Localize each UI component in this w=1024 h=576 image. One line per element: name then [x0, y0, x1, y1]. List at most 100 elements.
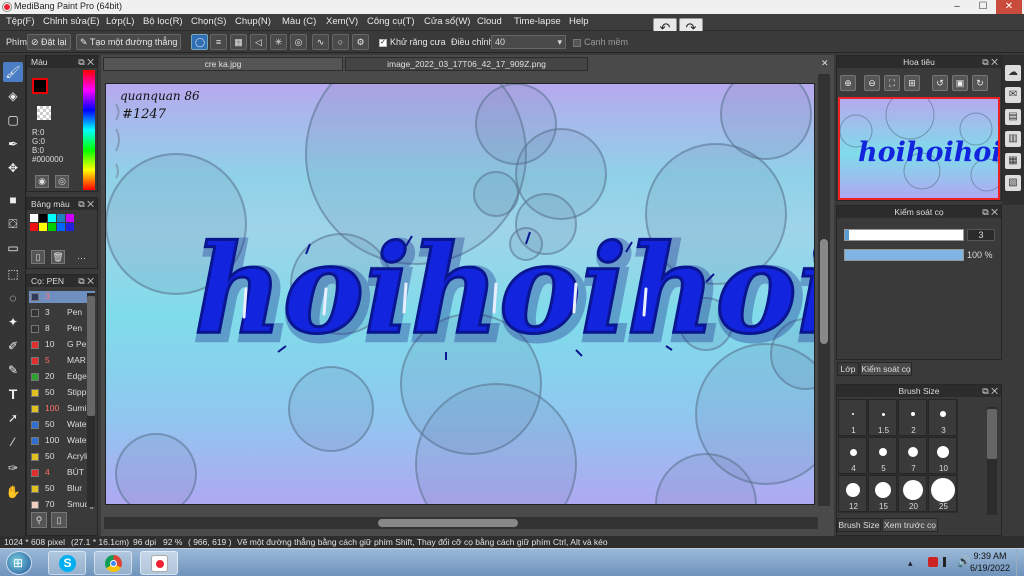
canvas[interactable]: quanquan 86 #1247 hoihoihoi hoihoihoi [105, 83, 815, 505]
navigator-thumbnail[interactable]: hoihoihoi [838, 97, 1000, 200]
swatch[interactable] [57, 214, 65, 222]
brush-item[interactable]: 100 Water [29, 435, 95, 447]
close-icon[interactable]: ⧉ ✕ [78, 198, 94, 210]
layers-icon[interactable]: ▧ [1005, 175, 1021, 191]
menu-timelapse[interactable]: Time-lapse [514, 16, 561, 27]
close-icon[interactable]: ⧉ ✕ [78, 56, 94, 68]
rotate-right-button[interactable]: ↻ [972, 75, 988, 91]
brush-size-cell[interactable]: 15 [868, 475, 897, 512]
brush-item[interactable]: 100 Sumi [29, 403, 95, 415]
adjust-select[interactable]: 40 ▾ [491, 35, 566, 49]
menu-tools[interactable]: Công cụ(T) [367, 16, 415, 27]
brush-opacity-slider[interactable] [844, 249, 964, 261]
taskbar-medibang[interactable] [140, 551, 178, 575]
brush-item[interactable]: 50 Acrylic [29, 451, 95, 463]
show-desktop-button[interactable] [1016, 549, 1024, 576]
brush-item[interactable]: 50 Blur [29, 483, 95, 495]
text-tool[interactable]: T [3, 384, 23, 404]
tab-brush-size[interactable]: Brush Size [837, 518, 881, 532]
fullscreen-button[interactable]: ▣ [952, 75, 968, 91]
tab-layer[interactable]: Lớp [837, 362, 859, 376]
close-icon[interactable]: ⧉ ✕ [78, 275, 94, 287]
tab-cre-ka[interactable]: cre ka.jpg [103, 57, 343, 71]
materials-icon[interactable]: ▦ [1005, 153, 1021, 169]
start-button[interactable]: ⊞ [6, 551, 32, 575]
clock-time[interactable]: 9:39 AM [970, 551, 1010, 561]
eyedropper-tool[interactable]: ⁄ [3, 432, 23, 452]
close-button[interactable]: ✕ [996, 0, 1022, 14]
vertical-scrollbar[interactable] [818, 74, 830, 506]
close-icon[interactable]: ⧉ ✕ [982, 206, 998, 218]
brush-size-cell[interactable]: 10 [928, 437, 957, 474]
rotate-left-button[interactable]: ↺ [932, 75, 948, 91]
tab-image-png[interactable]: image_2022_03_17T06_42_17_909Z.png [345, 57, 588, 71]
menu-cloud[interactable]: Cloud [477, 16, 502, 27]
clock-date[interactable]: 6/19/2022 [966, 563, 1014, 573]
foreground-color[interactable] [32, 78, 48, 94]
swatch[interactable] [48, 214, 56, 222]
swatch[interactable] [66, 223, 74, 231]
straight-line-button[interactable]: ✎ Tạo một đường thẳng [76, 34, 182, 50]
tray-chevron-icon[interactable]: ▴ [908, 558, 913, 569]
delete-palette-button[interactable]: 🗑 [51, 250, 65, 264]
stroke-mode-concentric[interactable]: ◎ [290, 34, 307, 50]
menu-file[interactable]: Tệp(F) [6, 16, 35, 27]
close-tab-icon[interactable]: ✕ [821, 58, 829, 69]
menu-color[interactable]: Màu (C) [282, 16, 316, 27]
swatch[interactable] [30, 223, 38, 231]
zoom-in-button[interactable]: ⊕ [840, 75, 856, 91]
stroke-mode-ellipse[interactable]: ○ [332, 34, 349, 50]
brush-size-cell[interactable]: 1 [838, 399, 867, 436]
tab-brush-control[interactable]: Kiểm soát cọ [860, 362, 912, 376]
brush-size-slider[interactable] [844, 229, 964, 241]
fill-rect-tool[interactable]: ■ [3, 190, 23, 210]
brush-size-scrollbar[interactable] [987, 407, 997, 515]
brush-item[interactable]: 50 Water [29, 419, 95, 431]
move-tool[interactable]: ✥ [3, 158, 23, 178]
brush-tool[interactable]: 🖌 [3, 62, 23, 82]
brush-size-cell[interactable]: 7 [898, 437, 927, 474]
reset-button[interactable]: ⊘ Đặt lại [27, 34, 71, 50]
rect-select-tool[interactable]: ▢ [3, 110, 23, 130]
select-tool[interactable]: ⬚ [3, 264, 23, 284]
antialias-checkbox[interactable]: ✓ Khử răng cưa [379, 37, 446, 47]
actual-size-button[interactable]: ⊞ [904, 75, 920, 91]
menu-window[interactable]: Cửa sổ(W) [424, 16, 470, 27]
brush-size-cell[interactable]: 4 [838, 437, 867, 474]
menu-help[interactable]: Help [569, 16, 589, 27]
transparent-color[interactable] [37, 106, 51, 120]
menu-select[interactable]: Chọn(S) [191, 16, 226, 27]
cloud-icon[interactable]: ☁ [1005, 65, 1021, 81]
dot-tool[interactable]: ✒ [3, 134, 23, 154]
brush-item[interactable]: 50 Stipple [29, 387, 95, 399]
brush-size-cell[interactable]: 2 [898, 399, 927, 436]
hue-slider[interactable] [83, 70, 95, 190]
stroke-mode-curve[interactable]: ∿ [312, 34, 329, 50]
swatch[interactable] [39, 223, 47, 231]
operation-tool[interactable]: ➚ [3, 408, 23, 428]
minimize-button[interactable]: – [944, 0, 970, 14]
close-icon[interactable]: ⧉ ✕ [982, 385, 998, 397]
brush-size-cell[interactable]: 20 [898, 475, 927, 512]
brush-item[interactable]: 10 G Pen [29, 339, 95, 351]
fit-button[interactable]: ⛶ [884, 75, 900, 91]
brush-item[interactable]: 3 Pen [29, 307, 95, 319]
snap-settings-gear[interactable]: ⚙ [352, 34, 369, 50]
maximize-button[interactable]: ☐ [970, 0, 996, 14]
menu-layer[interactable]: Lớp(L) [106, 16, 134, 27]
eraser-tool[interactable]: ◈ [3, 86, 23, 106]
add-brush-button[interactable]: ⚲ [31, 512, 47, 528]
brush-size-cell[interactable]: 5 [868, 437, 897, 474]
tab-brush-preview[interactable]: Xem trước cọ [882, 518, 938, 532]
taskbar-chrome[interactable] [94, 551, 132, 575]
horizontal-scrollbar[interactable] [104, 517, 818, 529]
swatch[interactable] [66, 214, 74, 222]
brush-item[interactable]: 70Smudge [29, 499, 95, 511]
document-icon[interactable]: ▥ [1005, 131, 1021, 147]
brush-item[interactable]: 8 Pen [29, 323, 95, 335]
brush-size-cell[interactable]: 1.5 [868, 399, 897, 436]
tray-app-icon[interactable] [928, 557, 938, 567]
gradient-tool[interactable]: ▭ [3, 238, 23, 258]
brush-item[interactable]: 20 Edge [29, 371, 95, 383]
new-brush-button[interactable]: ▯ [51, 512, 67, 528]
